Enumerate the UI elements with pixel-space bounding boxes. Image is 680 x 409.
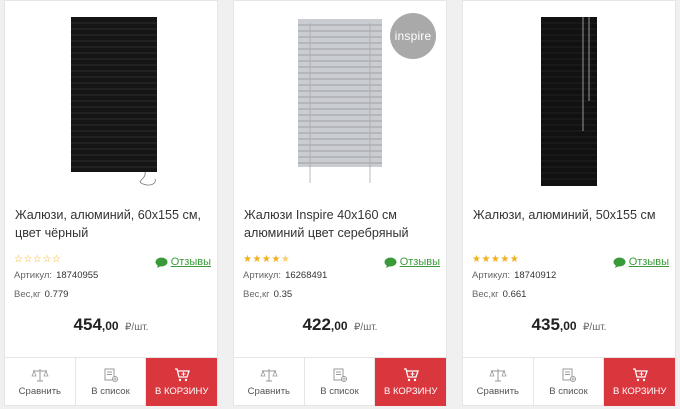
reviews-label: Отзывы	[628, 256, 669, 268]
compare-button[interactable]: Сравнить	[5, 358, 76, 406]
article-value: 18740912	[514, 270, 557, 281]
article-value: 16268491	[285, 270, 328, 281]
brand-badge: inspire	[390, 13, 436, 59]
list-label: В список	[320, 385, 359, 397]
list-add-icon	[333, 368, 347, 382]
cart-icon	[403, 367, 419, 381]
weight-row: Вес,кг 0.779	[14, 289, 68, 300]
action-bar: Сравнить В список В КОРЗИНУ	[5, 357, 217, 406]
weight-row: Вес,кг 0.35	[243, 289, 292, 300]
speech-bubble-icon	[384, 257, 397, 268]
weight-value: 0.661	[502, 289, 527, 300]
list-label: В список	[91, 385, 130, 397]
weight-value: 0.35	[273, 289, 293, 300]
price-integer: 454	[73, 315, 102, 334]
scales-icon	[260, 368, 278, 381]
cart-label: В КОРЗИНУ	[612, 385, 667, 397]
list-label: В список	[549, 385, 588, 397]
rating-stars: ☆☆☆☆☆	[14, 254, 62, 265]
compare-label: Сравнить	[247, 385, 290, 397]
reviews-label: Отзывы	[399, 256, 440, 268]
action-bar: Сравнить В список В КОРЗИНУ	[463, 357, 675, 406]
add-to-list-button[interactable]: В список	[534, 358, 605, 406]
compare-button[interactable]: Сравнить	[463, 358, 534, 406]
rating-stars: ★★★★★	[472, 254, 520, 265]
price: 422,00 ₽/шт.	[234, 315, 446, 335]
product-card[interactable]: inspire Жалюзи Inspire 40x160 см алюмини…	[233, 0, 447, 406]
cart-icon	[174, 367, 190, 381]
scales-icon	[489, 368, 507, 381]
scales-icon	[31, 368, 49, 381]
article-row: Артикул: 18740912	[472, 270, 556, 281]
price-unit: ₽/шт.	[583, 322, 607, 333]
weight-value: 0.779	[44, 289, 69, 300]
price-integer: 435	[531, 315, 560, 334]
reviews-link[interactable]: Отзывы	[155, 256, 211, 268]
price-unit: ₽/шт.	[354, 322, 378, 333]
add-to-list-button[interactable]: В список	[305, 358, 376, 406]
price: 435,00 ₽/шт.	[463, 315, 675, 335]
product-title[interactable]: Жалюзи, алюминий, 50x155 см	[473, 206, 669, 224]
add-to-cart-button[interactable]: В КОРЗИНУ	[604, 358, 675, 406]
list-add-icon	[104, 368, 118, 382]
article-label: Артикул:	[14, 270, 53, 281]
reviews-label: Отзывы	[170, 256, 211, 268]
speech-bubble-icon	[613, 257, 626, 268]
weight-label: Вес,кг	[243, 289, 270, 300]
action-bar: Сравнить В список В КОРЗИНУ	[234, 357, 446, 406]
product-title[interactable]: Жалюзи, алюминий, 60x155 см, цвет чёрный	[15, 206, 211, 242]
cart-label: В КОРЗИНУ	[383, 385, 438, 397]
product-image[interactable]	[5, 1, 217, 196]
article-row: Артикул: 16268491	[243, 270, 327, 281]
product-card[interactable]: Жалюзи, алюминий, 50x155 см ★★★★★ Отзывы…	[462, 0, 676, 406]
compare-label: Сравнить	[18, 385, 61, 397]
article-label: Артикул:	[472, 270, 511, 281]
compare-button[interactable]: Сравнить	[234, 358, 305, 406]
article-value: 18740955	[56, 270, 99, 281]
price-decimal: ,00	[330, 319, 348, 333]
price: 454,00 ₽/шт.	[5, 315, 217, 335]
add-to-cart-button[interactable]: В КОРЗИНУ	[375, 358, 446, 406]
product-card[interactable]: Жалюзи, алюминий, 60x155 см, цвет чёрный…	[4, 0, 218, 406]
price-unit: ₽/шт.	[125, 322, 149, 333]
rating-stars: ★★★★★	[243, 254, 291, 265]
weight-label: Вес,кг	[472, 289, 499, 300]
list-add-icon	[562, 368, 576, 382]
compare-label: Сравнить	[476, 385, 519, 397]
reviews-link[interactable]: Отзывы	[384, 256, 440, 268]
article-row: Артикул: 18740955	[14, 270, 98, 281]
product-title[interactable]: Жалюзи Inspire 40x160 см алюминий цвет с…	[244, 206, 440, 242]
add-to-cart-button[interactable]: В КОРЗИНУ	[146, 358, 217, 406]
cart-label: В КОРЗИНУ	[154, 385, 209, 397]
weight-row: Вес,кг 0.661	[472, 289, 526, 300]
product-image[interactable]	[463, 1, 675, 196]
reviews-link[interactable]: Отзывы	[613, 256, 669, 268]
price-decimal: ,00	[101, 319, 119, 333]
price-decimal: ,00	[559, 319, 577, 333]
article-label: Артикул:	[243, 270, 282, 281]
price-integer: 422	[302, 315, 331, 334]
cart-icon	[632, 367, 648, 381]
add-to-list-button[interactable]: В список	[76, 358, 147, 406]
speech-bubble-icon	[155, 257, 168, 268]
weight-label: Вес,кг	[14, 289, 41, 300]
